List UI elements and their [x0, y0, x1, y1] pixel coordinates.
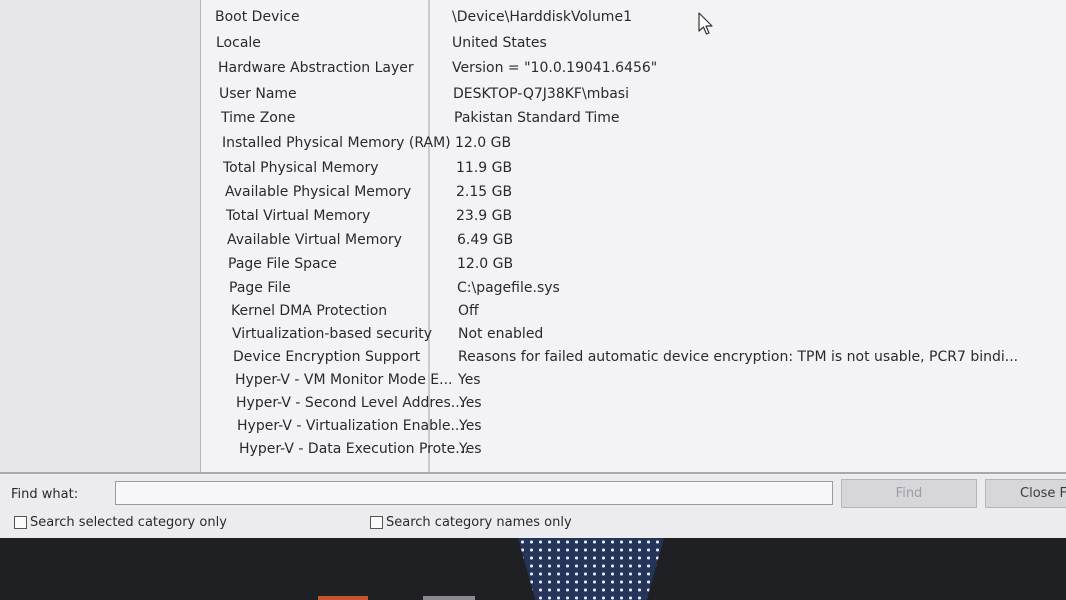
- taskbar-app-thumbnail[interactable]: [518, 538, 664, 600]
- value-cell: Yes: [459, 418, 482, 434]
- value-cell: DESKTOP-Q7J38KF\mbasi: [453, 86, 629, 102]
- value-cell: C:\pagefile.sys: [457, 280, 560, 296]
- item-cell: Time Zone: [221, 110, 296, 126]
- value-cell: 12.0 GB: [457, 256, 514, 272]
- item-cell: Page File Space: [228, 256, 337, 272]
- table-row[interactable]: Hyper-V - Second Level Addres... Yes: [201, 395, 1066, 417]
- table-row[interactable]: Virtualization-based security Not enable…: [201, 326, 1066, 348]
- table-row[interactable]: Page File C:\pagefile.sys: [201, 280, 1066, 302]
- table-row[interactable]: Locale United States: [201, 35, 1066, 57]
- taskbar-indicator: [423, 596, 475, 600]
- table-row[interactable]: Hyper-V - Data Execution Prote... Yes: [201, 441, 1066, 463]
- search-category-names-option[interactable]: Search category names only: [370, 515, 572, 530]
- table-row[interactable]: Kernel DMA Protection Off: [201, 303, 1066, 325]
- table-row[interactable]: Hardware Abstraction Layer Version = "10…: [201, 60, 1066, 82]
- value-cell: Off: [458, 303, 479, 319]
- search-selected-category-label: Search selected category only: [30, 515, 227, 530]
- checkbox-icon[interactable]: [370, 516, 383, 529]
- table-row[interactable]: Boot Device \Device\HarddiskVolume1: [201, 9, 1066, 31]
- item-cell: Total Physical Memory: [223, 160, 379, 176]
- item-cell: Kernel DMA Protection: [231, 303, 388, 319]
- table-row[interactable]: Device Encryption Support Reasons for fa…: [201, 349, 1066, 371]
- table-row[interactable]: Total Physical Memory 11.9 GB: [201, 160, 1066, 182]
- table-row[interactable]: Hyper-V - VM Monitor Mode E... Yes: [201, 372, 1066, 394]
- taskbar-active-indicator: [318, 596, 368, 600]
- item-cell: User Name: [219, 86, 297, 102]
- value-cell: Yes: [459, 395, 482, 411]
- table-row[interactable]: Available Physical Memory 2.15 GB: [201, 184, 1066, 206]
- table-row[interactable]: Available Virtual Memory 6.49 GB: [201, 232, 1066, 254]
- table-row[interactable]: Time Zone Pakistan Standard Time: [201, 110, 1066, 132]
- value-cell: \Device\HarddiskVolume1: [452, 9, 632, 25]
- value-cell: United States: [452, 35, 547, 51]
- item-cell: Virtualization-based security: [232, 326, 433, 342]
- value-cell: 12.0 GB: [455, 135, 512, 151]
- value-cell: 11.9 GB: [456, 160, 513, 176]
- value-cell: Yes: [458, 372, 481, 388]
- table-row[interactable]: Installed Physical Memory (RAM) 12.0 GB: [201, 135, 1066, 157]
- item-cell: Hyper-V - Second Level Addres...: [236, 395, 465, 411]
- item-cell: Hyper-V - Data Execution Prote...: [239, 441, 469, 457]
- item-cell: Total Virtual Memory: [226, 208, 371, 224]
- find-what-label: Find what:: [11, 487, 79, 502]
- item-cell: Hardware Abstraction Layer: [218, 60, 414, 76]
- item-cell: Page File: [229, 280, 291, 296]
- checkbox-icon[interactable]: [14, 516, 27, 529]
- item-cell: Installed Physical Memory (RAM): [222, 135, 451, 151]
- find-button[interactable]: Find: [841, 479, 977, 508]
- details-pane[interactable]: Boot Device \Device\HarddiskVolume1 Loca…: [200, 0, 1066, 474]
- mouse-pointer-icon: [698, 12, 714, 40]
- item-cell: Hyper-V - Virtualization Enable...: [237, 418, 464, 434]
- system-information-window: Boot Device \Device\HarddiskVolume1 Loca…: [0, 0, 1066, 538]
- item-cell: Available Virtual Memory: [227, 232, 402, 248]
- item-cell: Boot Device: [215, 9, 300, 25]
- item-cell: Device Encryption Support: [233, 349, 421, 365]
- search-selected-category-option[interactable]: Search selected category only: [14, 515, 227, 530]
- table-row[interactable]: Page File Space 12.0 GB: [201, 256, 1066, 278]
- find-input[interactable]: [115, 481, 833, 505]
- value-cell: Not enabled: [458, 326, 544, 342]
- value-cell: Reasons for failed automatic device encr…: [458, 349, 1019, 365]
- category-tree-pane[interactable]: [0, 0, 200, 474]
- value-cell: Yes: [459, 441, 482, 457]
- item-cell: Available Physical Memory: [225, 184, 412, 200]
- close-find-button[interactable]: Close F: [985, 479, 1066, 508]
- table-row[interactable]: Hyper-V - Virtualization Enable... Yes: [201, 418, 1066, 440]
- value-cell: 2.15 GB: [456, 184, 513, 200]
- value-cell: 23.9 GB: [456, 208, 513, 224]
- value-cell: Pakistan Standard Time: [454, 110, 620, 126]
- item-cell: Hyper-V - VM Monitor Mode E...: [235, 372, 453, 388]
- value-cell: 6.49 GB: [457, 232, 514, 248]
- pane-splitter[interactable]: [0, 472, 1066, 474]
- table-row[interactable]: Total Virtual Memory 23.9 GB: [201, 208, 1066, 230]
- value-cell: Version = "10.0.19041.6456": [452, 60, 658, 76]
- item-cell: Locale: [216, 35, 261, 51]
- search-category-names-label: Search category names only: [386, 515, 572, 530]
- table-row[interactable]: User Name DESKTOP-Q7J38KF\mbasi: [201, 86, 1066, 108]
